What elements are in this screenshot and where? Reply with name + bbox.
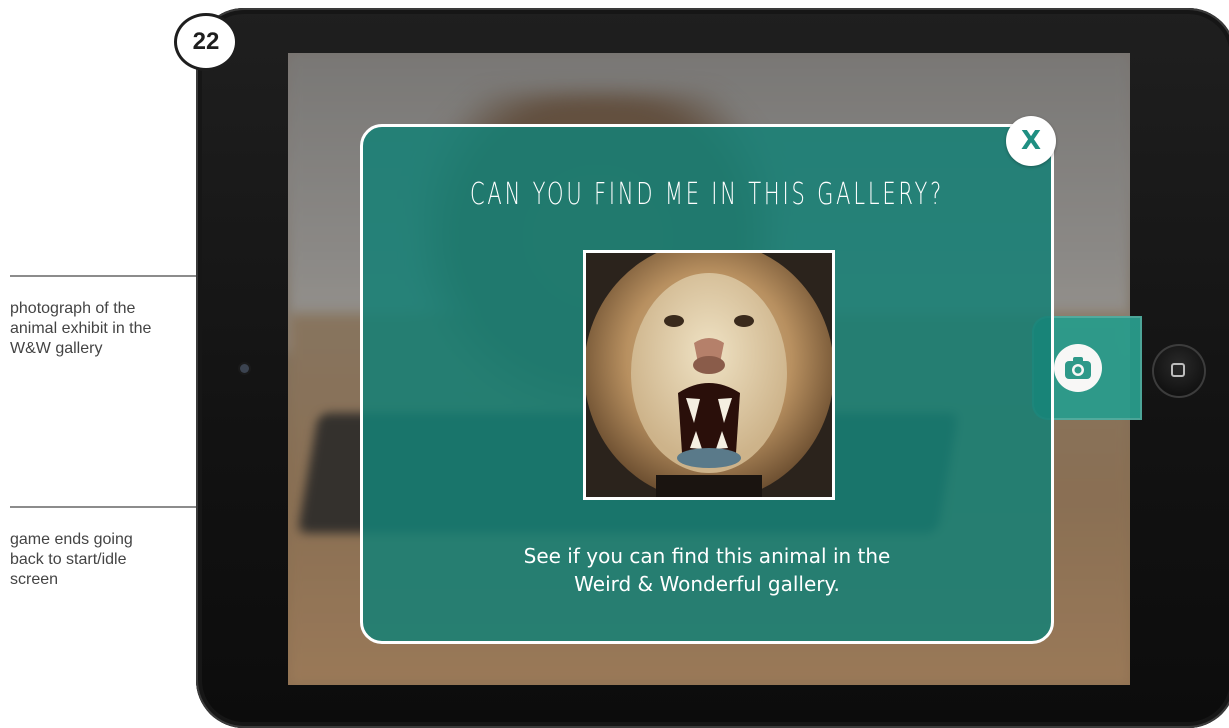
camera-icon (1054, 344, 1102, 392)
lion-photo (583, 250, 835, 500)
annotation-game-ends: game ends going back to start/idle scree… (10, 531, 133, 588)
close-button[interactable]: X (1006, 116, 1056, 166)
close-icon: X (1020, 126, 1042, 156)
annotation-photo: photograph of the animal exhibit in the … (10, 300, 152, 357)
find-animal-popup: CAN YOU FIND ME IN THIS GALLERY? See if … (360, 124, 1054, 644)
popup-title: CAN YOU FIND ME IN THIS GALLERY? (469, 177, 945, 212)
home-square-icon (1171, 363, 1185, 377)
popup-description-line-2: Weird & Wonderful gallery. (574, 572, 840, 596)
popup-description-line-1: See if you can find this animal in the (523, 544, 891, 568)
lion-photo-image (586, 253, 832, 497)
front-camera (240, 364, 249, 373)
page-number-badge: 22 (174, 13, 238, 71)
popup-description: See if you can find this animal in the W… (363, 542, 1051, 598)
page-number: 22 (192, 28, 220, 55)
home-button[interactable] (1152, 344, 1206, 398)
